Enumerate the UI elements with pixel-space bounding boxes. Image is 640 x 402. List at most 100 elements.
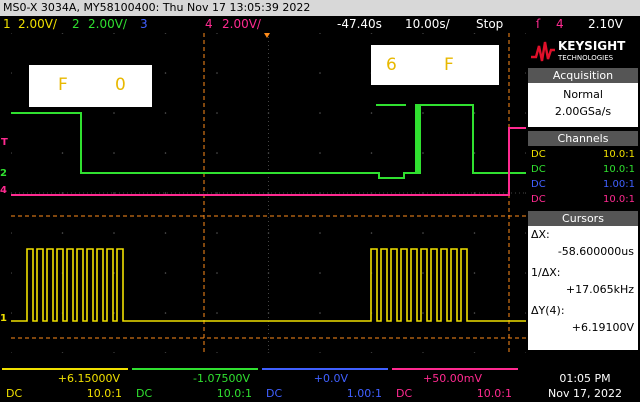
channel-settings-bar: 1 2.00V/ 2 2.00V/ 3 4 2.00V/ -47.40s 10.… [0,16,640,33]
ch2-offset-cell[interactable]: -1.07500V DC 10.0:1 [132,368,258,400]
grid-dot [11,272,12,274]
run-state[interactable]: Stop [476,16,503,33]
clock-time: 01:05 PM [559,372,611,385]
grid-dot [61,352,64,353]
window-title: MS0-X 3034A, MY58100400: Thu Nov 17 13:0… [0,0,640,16]
decode-char: 6 [386,55,397,75]
acquisition-header[interactable]: Acquisition [528,68,638,83]
grid-dot [164,352,167,353]
brand-name: KEYSIGHT [558,39,626,53]
grid-dot [164,312,167,314]
acquisition-panel[interactable]: Normal 2.00GSa/s [528,83,638,127]
grid-dot [61,33,64,34]
grid-dot [319,72,321,74]
grid-dot [216,312,218,314]
grid-dot [61,152,64,154]
grid-dot [164,72,167,74]
ch3-offset-cell[interactable]: +0.0V DC 1.00:1 [262,368,388,400]
grid-dot [216,272,218,274]
ch2-scale[interactable]: 2.00V/ [88,16,127,33]
dx-label: ΔX: [531,228,550,241]
clock-date: Nov 17, 2022 [548,387,622,400]
trigger-level[interactable]: 2.10V [588,16,623,33]
grid-dot [216,192,218,194]
grid-dot [216,352,218,353]
channel-row[interactable]: DC 10.0:1 [528,147,638,162]
ch2-number[interactable]: 2 [72,16,80,33]
grid-dot [164,192,167,194]
grid-dot [473,33,476,34]
grid-dot [11,72,12,74]
grid-dot [422,352,424,353]
grid-dot [422,272,424,274]
grid-dot [11,232,12,234]
grid-dot [216,72,218,74]
ch1-scale[interactable]: 2.00V/ [18,16,57,33]
ch2-marker-icon[interactable]: 2 [0,168,7,179]
grid-dot [473,312,476,314]
dx-value: -58.600000us [557,245,634,258]
grid-dot [319,312,321,314]
grid-dot [422,232,424,234]
grid-dot [113,112,115,114]
dy-value: +6.19100V [571,321,634,334]
brand-sub: TECHNOLOGIES [558,54,614,62]
ch4-offset-cell[interactable]: +50.00mV DC 10.0:1 [392,368,518,400]
grid-dot [11,352,12,353]
channel-row[interactable]: DC 10.0:1 [528,162,638,177]
grid-dot [216,112,218,114]
ch1-marker-icon[interactable]: 1 [0,313,7,324]
grid-dot [267,352,270,353]
ch4-ground-icon[interactable]: 4 [0,185,7,196]
ch1-offset-cell[interactable]: +6.15000V DC 10.0:1 [2,368,128,400]
keysight-logo: KEYSIGHT TECHNOLOGIES [530,37,638,65]
inv-dx-label: 1/ΔX: [531,266,561,279]
grid-dot [216,152,218,154]
grid-dot [61,232,64,234]
ch4-marker-icon[interactable]: T [1,137,8,148]
time-scale[interactable]: 10.00s/ [405,16,450,33]
trigger-icon: ſ [536,17,541,31]
sample-rate: 2.00GSa/s [554,105,612,118]
grid-dot [216,232,218,234]
grid-dot [370,152,373,154]
cursors-panel[interactable]: ΔX: -58.600000us 1/ΔX: +17.065kHz ΔY(4):… [528,226,638,350]
grid-dot [11,312,12,314]
grid-dot [164,112,167,114]
grid-dot [473,232,476,234]
channels-panel[interactable]: DC 10.0:1 DC 10.0:1 DC 1.00:1 DC 10.0:1 [528,146,638,208]
grid-dot [422,312,424,314]
channel-markers: T 2 4 1 [0,33,11,353]
decode-label-left: F 0 [29,65,152,107]
grid-dot [370,33,373,34]
decode-label-right: 6 F [371,45,499,85]
grid-dot [319,152,321,154]
channels-header[interactable]: Channels [528,131,638,146]
acquisition-mode: Normal [563,88,603,101]
grid-dot [319,232,321,234]
cursors-header[interactable]: Cursors [528,211,638,226]
keysight-wave-icon [531,41,555,62]
trigger-channel: 4 [556,17,564,31]
clock: 01:05 PM Nov 17, 2022 [530,368,640,402]
grid-dot [11,152,12,154]
ch4-scale[interactable]: 2.00V/ [222,16,261,33]
ch1-number[interactable]: 1 [3,16,11,33]
ch3-number[interactable]: 3 [140,16,148,33]
ch4-number[interactable]: 4 [205,16,213,33]
grid-dot [370,232,373,234]
grid-dot [473,272,476,274]
time-offset[interactable]: -47.40s [337,16,382,33]
grid-dot [370,112,373,114]
grid-dot [164,152,167,154]
channel-row[interactable]: DC 1.00:1 [528,177,638,192]
grid-dot [370,352,373,353]
grid-dot [422,152,424,154]
grid-dot [216,33,218,34]
grid-dot [422,112,424,114]
grid-dot [422,33,424,34]
channel-row[interactable]: DC 10.0:1 [528,192,638,207]
grid-dot [319,272,321,274]
waveform-display[interactable]: F 0 6 F [11,33,526,353]
grid-dot [113,152,115,154]
